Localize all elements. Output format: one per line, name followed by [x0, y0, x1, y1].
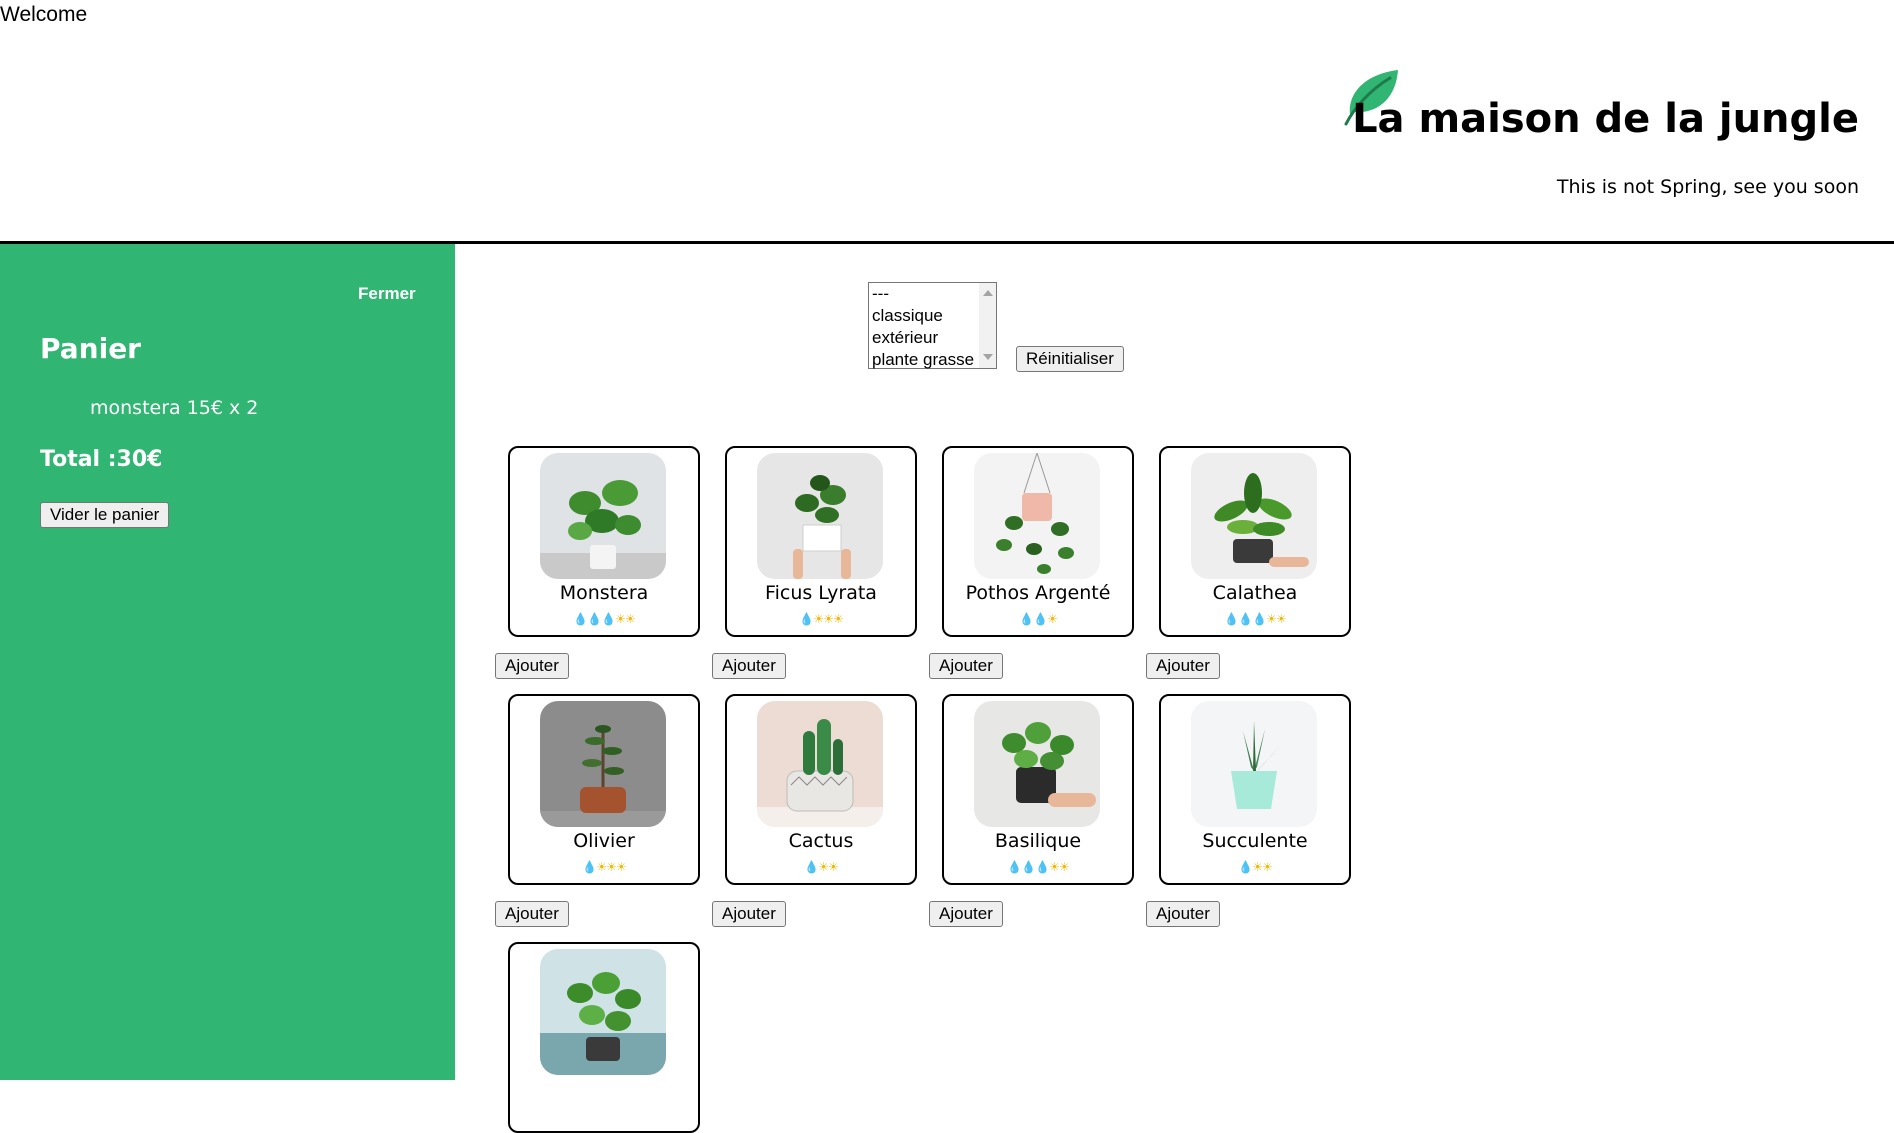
plant-photo: [974, 701, 1100, 827]
sun-icon: ☀☀: [615, 612, 635, 626]
add-to-cart-button[interactable]: Ajouter: [712, 901, 786, 927]
plant-photo: [540, 701, 666, 827]
sun-icon: ☀: [1047, 612, 1058, 626]
water-icon: 💧💧💧: [573, 612, 616, 626]
scroll-up-icon[interactable]: [983, 290, 993, 296]
plant-name: Monstera: [559, 582, 649, 604]
water-icon: 💧: [799, 612, 814, 626]
water-icon: 💧: [1238, 860, 1253, 874]
plant-photo: [1191, 701, 1317, 827]
plant-name: Basilique: [994, 830, 1082, 852]
plant-name: Olivier: [573, 830, 635, 852]
add-to-cart-button[interactable]: Ajouter: [1146, 901, 1220, 927]
close-cart-button[interactable]: Fermer: [358, 284, 416, 304]
plant-card[interactable]: Basilique 💧💧💧☀☀: [942, 694, 1134, 885]
sun-icon: ☀☀: [818, 860, 838, 874]
water-icon: 💧💧: [1019, 612, 1048, 626]
plant-card[interactable]: [508, 942, 700, 1133]
care-scale: 💧☀☀: [1161, 860, 1349, 874]
plant-photo: [540, 453, 666, 579]
plant-photo: [757, 701, 883, 827]
water-icon: 💧: [804, 860, 819, 874]
add-to-cart-button[interactable]: Ajouter: [1146, 653, 1220, 679]
add-to-cart-button[interactable]: Ajouter: [712, 653, 786, 679]
category-option[interactable]: ---: [869, 283, 996, 305]
care-scale: 💧☀☀: [727, 860, 915, 874]
plant-name: Succulente: [1202, 830, 1308, 852]
sun-icon: ☀☀: [1266, 612, 1286, 626]
plant-card[interactable]: Calathea 💧💧💧☀☀: [1159, 446, 1351, 637]
plant-card[interactable]: Cactus 💧☀☀: [725, 694, 917, 885]
plant-name: Pothos Argenté: [965, 582, 1111, 604]
plant-card[interactable]: Succulente 💧☀☀: [1159, 694, 1351, 885]
care-scale: 💧☀☀☀: [727, 612, 915, 626]
care-scale: 💧☀☀☀: [510, 860, 698, 874]
sun-icon: ☀☀☀: [596, 860, 626, 874]
reset-button[interactable]: Réinitialiser: [1016, 346, 1124, 372]
care-scale: 💧💧💧☀☀: [944, 860, 1132, 874]
add-to-cart-button[interactable]: Ajouter: [495, 653, 569, 679]
page-title: La maison de la jungle: [1352, 96, 1859, 142]
plant-card[interactable]: Monstera 💧💧💧☀☀: [508, 446, 700, 637]
care-scale: 💧💧💧☀☀: [1161, 612, 1349, 626]
page-subtitle: This is not Spring, see you soon: [1556, 176, 1859, 198]
plant-photo: [1191, 453, 1317, 579]
care-scale: 💧💧☀: [944, 612, 1132, 626]
scroll-down-icon[interactable]: [983, 354, 993, 360]
plant-name: Ficus Lyrata: [765, 582, 877, 604]
water-icon: 💧: [582, 860, 597, 874]
plant-photo: [974, 453, 1100, 579]
category-option[interactable]: classique: [869, 305, 996, 327]
category-option[interactable]: extérieur: [869, 327, 996, 349]
cart-title: Panier: [40, 332, 141, 365]
category-option[interactable]: plante grasse: [869, 349, 996, 371]
plant-card[interactable]: Olivier 💧☀☀☀: [508, 694, 700, 885]
sun-icon: ☀☀: [1252, 860, 1272, 874]
sun-icon: ☀☀: [1049, 860, 1069, 874]
empty-cart-button[interactable]: Vider le panier: [40, 502, 170, 528]
plant-card[interactable]: Pothos Argenté 💧💧☀: [942, 446, 1134, 637]
cart-item: monstera 15€ x 2: [90, 397, 259, 419]
sun-icon: ☀☀☀: [813, 612, 843, 626]
select-scrollbar[interactable]: [979, 283, 996, 368]
add-to-cart-button[interactable]: Ajouter: [929, 901, 1003, 927]
plant-name: Calathea: [1212, 582, 1298, 604]
water-icon: 💧💧💧: [1224, 612, 1267, 626]
water-icon: 💧💧💧: [1007, 860, 1050, 874]
care-scale: 💧💧💧☀☀: [510, 612, 698, 626]
plant-photo: [757, 453, 883, 579]
welcome-text: Welcome: [0, 3, 88, 26]
category-select[interactable]: --- classique extérieur plante grasse: [868, 282, 997, 369]
banner: La maison de la jungle This is not Sprin…: [0, 0, 1894, 244]
cart-panel: Fermer Panier monstera 15€ x 2 Total :30…: [0, 244, 455, 1080]
plant-card[interactable]: Ficus Lyrata 💧☀☀☀: [725, 446, 917, 637]
add-to-cart-button[interactable]: Ajouter: [929, 653, 1003, 679]
plant-photo: [540, 949, 666, 1075]
cart-total: Total :30€: [40, 447, 163, 472]
add-to-cart-button[interactable]: Ajouter: [495, 901, 569, 927]
plant-name: Cactus: [788, 830, 854, 852]
